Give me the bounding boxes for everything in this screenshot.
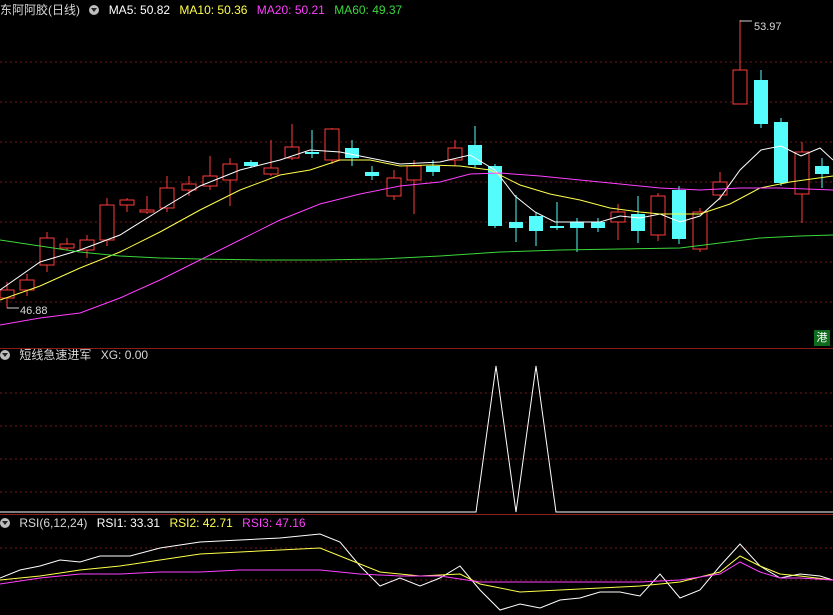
rsi1-line [0, 533, 833, 611]
candle-body [570, 222, 584, 228]
candle-body [732, 69, 748, 105]
candle-body [159, 187, 175, 209]
candle-body [139, 209, 155, 213]
candle-body [119, 199, 135, 206]
chart-canvas[interactable] [0, 0, 833, 615]
candle-body [79, 239, 95, 251]
candle-body [99, 204, 115, 241]
xg-signal-line [0, 365, 833, 513]
candle-body [509, 222, 523, 228]
candle-body [529, 216, 543, 231]
candle-body [365, 172, 379, 176]
candle-body [324, 128, 340, 161]
candle-body [774, 122, 788, 183]
candle-body [815, 166, 829, 174]
candle-body [244, 162, 258, 166]
candle-body [406, 165, 422, 181]
rsi2-line [0, 547, 833, 593]
candle-body [59, 243, 75, 249]
ma10-line [0, 159, 833, 301]
candle-body [794, 151, 810, 195]
candle-body [426, 166, 440, 172]
ma60-line [0, 234, 833, 261]
candle-body [550, 226, 564, 228]
candle-body [591, 222, 605, 228]
candle-body [0, 289, 15, 299]
candle-body [202, 175, 218, 187]
candle-body [305, 152, 319, 154]
candle-body [754, 80, 768, 124]
candle-body [631, 214, 645, 231]
candle-body [263, 167, 279, 175]
